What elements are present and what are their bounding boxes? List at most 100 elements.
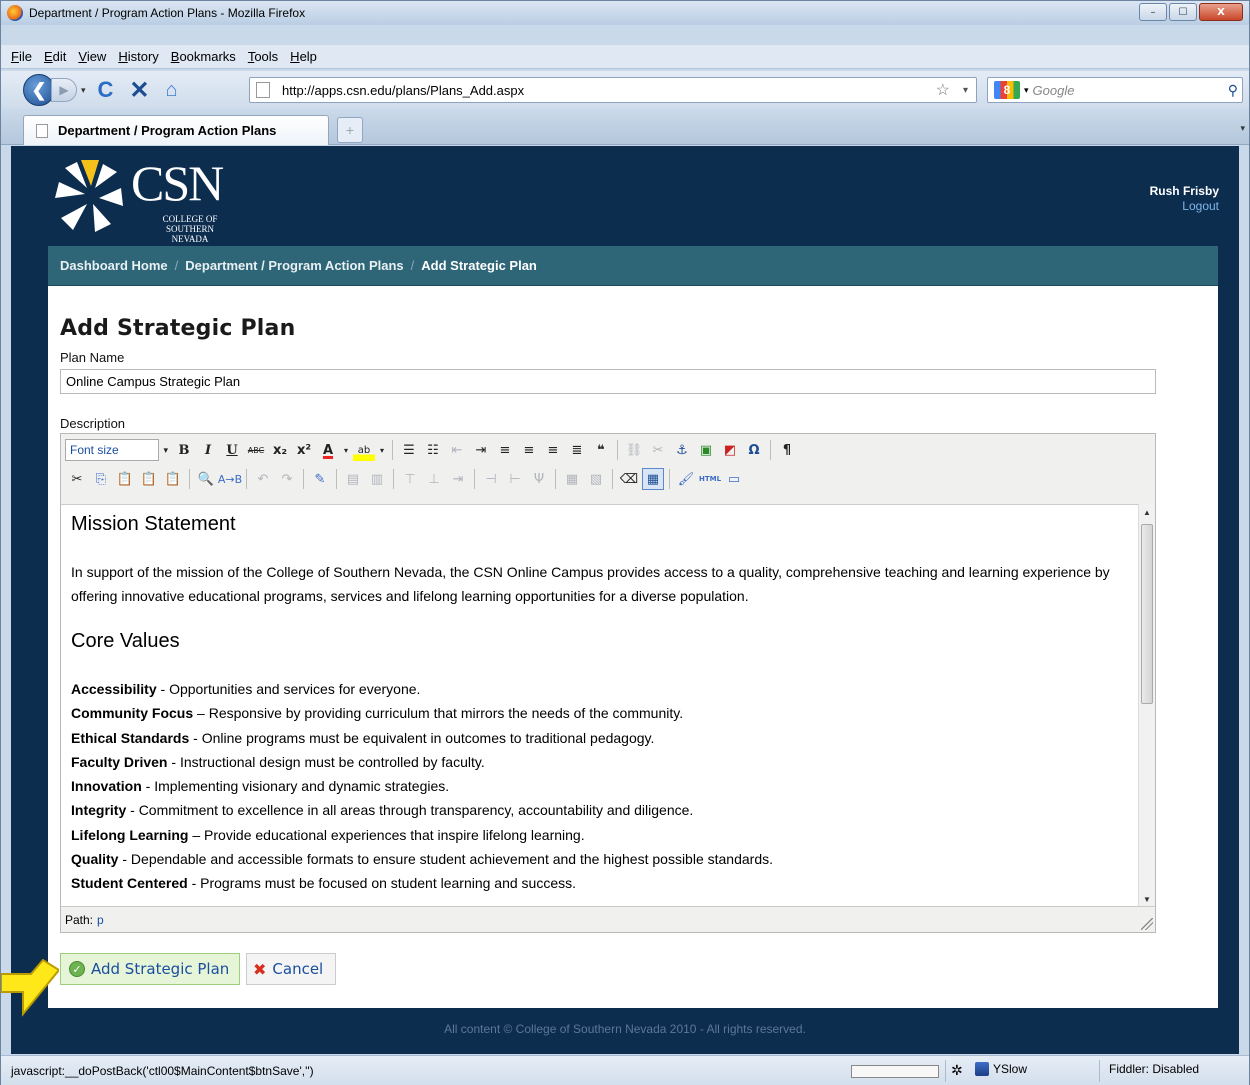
paste-word-icon[interactable]: 📋 (162, 468, 184, 490)
menu-bookmarks[interactable]: Bookmarks (165, 49, 242, 64)
replace-icon[interactable]: A→B (218, 468, 242, 490)
home-icon[interactable]: ⌂ (166, 79, 178, 102)
insert-col-after-icon[interactable]: ⊢ (504, 468, 526, 490)
split-cells-icon[interactable]: ▦ (561, 468, 583, 490)
merge-cells-icon[interactable]: ▧ (585, 468, 607, 490)
media-icon[interactable]: ◩ (719, 439, 741, 461)
search-icon[interactable]: ⚲ (1228, 82, 1238, 99)
breadcrumb-action-plans[interactable]: Department / Program Action Plans (185, 258, 403, 273)
url-text[interactable]: http://apps.csn.edu/plans/Plans_Add.aspx (282, 83, 524, 98)
menu-help[interactable]: Help (284, 49, 323, 64)
link-icon[interactable]: ⛓ (623, 439, 645, 461)
menu-file[interactable]: File (5, 49, 38, 64)
edit-source-icon[interactable]: ✎ (309, 468, 331, 490)
highlight-color-icon[interactable]: ab (353, 439, 375, 461)
indent-icon[interactable]: ⇥ (470, 439, 492, 461)
align-justify-icon[interactable]: ≣ (566, 439, 588, 461)
breadcrumb-dashboard-home[interactable]: Dashboard Home (60, 258, 168, 273)
undo-icon[interactable]: ↶ (252, 468, 274, 490)
menu-edit[interactable]: Edit (38, 49, 72, 64)
core-value-term: Community Focus (71, 705, 194, 722)
numbered-list-icon[interactable]: ☷ (422, 439, 444, 461)
minimize-button[interactable]: – (1139, 3, 1167, 21)
italic-icon[interactable]: I (197, 439, 219, 461)
remove-format-icon[interactable]: ⌫ (618, 468, 640, 490)
outdent-icon[interactable]: ⇤ (446, 439, 468, 461)
align-center-icon[interactable]: ≡ (518, 439, 540, 461)
html-source-icon[interactable]: HTML (699, 468, 721, 490)
anchor-icon[interactable]: ⚓ (671, 439, 693, 461)
editor-scrollbar[interactable]: ▲ ▼ (1138, 504, 1155, 908)
tab-active[interactable]: Department / Program Action Plans (23, 115, 329, 145)
copy-icon[interactable]: ⎘ (90, 468, 112, 490)
csn-logo[interactable]: CSN COLLEGE OF SOUTHERN NEVADA (51, 154, 241, 244)
align-right-icon[interactable]: ≡ (542, 439, 564, 461)
insert-row-before-icon[interactable]: ⊤ (399, 468, 421, 490)
bold-icon[interactable]: B (173, 439, 195, 461)
maximize-button[interactable]: ☐ (1169, 3, 1197, 21)
fullscreen-icon[interactable]: ▭ (723, 468, 745, 490)
plan-name-input[interactable] (60, 369, 1156, 394)
font-size-select[interactable]: Font size ▾ (65, 439, 168, 461)
stop-icon[interactable]: ✕ (129, 76, 149, 105)
close-button[interactable]: X (1199, 3, 1243, 21)
strikethrough-icon[interactable]: ABC (245, 439, 267, 461)
cut-icon[interactable]: ✂ (66, 468, 88, 490)
history-dropdown-icon[interactable]: ▾ (81, 85, 86, 96)
reload-icon[interactable]: C (98, 77, 114, 103)
search-placeholder[interactable]: Google (1033, 83, 1075, 98)
tab-list-dropdown-icon[interactable]: ▾ (1240, 123, 1245, 134)
scroll-up-icon[interactable]: ▲ (1143, 508, 1151, 517)
image-icon[interactable]: ▣ (695, 439, 717, 461)
table-row-props-icon[interactable]: ▤ (342, 468, 364, 490)
resize-grip-icon[interactable] (1141, 918, 1153, 930)
text-color-icon[interactable]: A (317, 439, 339, 461)
underline-icon[interactable]: U (221, 439, 243, 461)
subscript-icon[interactable]: x₂ (269, 439, 291, 461)
new-tab-button[interactable]: + (337, 117, 363, 143)
core-value-separator: – (193, 705, 209, 722)
url-dropdown-icon[interactable]: ▾ (963, 85, 968, 96)
cleanup-icon[interactable]: 🖌 (675, 468, 697, 490)
menu-view[interactable]: View (72, 49, 112, 64)
forward-button[interactable]: ▶ (51, 78, 77, 102)
delete-row-icon[interactable]: ⇥ (447, 468, 469, 490)
bookmark-star-icon[interactable]: ☆ (936, 80, 950, 100)
yslow-status[interactable]: YSlow (975, 1062, 1027, 1076)
fiddler-status[interactable]: Fiddler: Disabled (1109, 1062, 1199, 1076)
logout-link[interactable]: Logout (1150, 199, 1219, 213)
show-blocks-icon[interactable]: ¶ (776, 439, 798, 461)
add-strategic-plan-button[interactable]: ✓ Add Strategic Plan (60, 953, 240, 985)
align-left-icon[interactable]: ≡ (494, 439, 516, 461)
menu-history[interactable]: History (112, 49, 164, 64)
special-char-icon[interactable]: Ω (743, 439, 765, 461)
highlight-color-dropdown-icon[interactable]: ▾ (377, 439, 387, 461)
superscript-icon[interactable]: x² (293, 439, 315, 461)
blockquote-icon[interactable]: ❝ (590, 439, 612, 461)
unlink-icon[interactable]: ✂ (647, 439, 669, 461)
redo-icon[interactable]: ↷ (276, 468, 298, 490)
google-icon[interactable]: 8 (994, 81, 1020, 99)
menu-tools[interactable]: Tools (242, 49, 284, 64)
text-color-dropdown-icon[interactable]: ▾ (341, 439, 351, 461)
bullet-list-icon[interactable]: ☰ (398, 439, 420, 461)
delete-col-icon[interactable]: Ψ (528, 468, 550, 490)
search-engine-dropdown-icon[interactable]: ▾ (1024, 85, 1029, 96)
editor-content-area[interactable]: Mission Statement In support of the miss… (61, 504, 1139, 908)
table-cell-props-icon[interactable]: ▥ (366, 468, 388, 490)
checkmark-icon: ✓ (69, 961, 85, 977)
address-bar[interactable]: http://apps.csn.edu/plans/Plans_Add.aspx… (249, 77, 977, 103)
visual-aid-icon[interactable]: ▦ (642, 468, 664, 490)
cancel-button[interactable]: ✖ Cancel (246, 953, 336, 985)
firebug-icon[interactable]: ✲ (951, 1062, 963, 1079)
insert-col-before-icon[interactable]: ⊣ (480, 468, 502, 490)
search-box[interactable]: 8 ▾ Google ⚲ (987, 77, 1243, 103)
logo-text: CSN (131, 155, 224, 211)
find-icon[interactable]: 🔍 (195, 468, 217, 490)
scroll-down-icon[interactable]: ▼ (1143, 895, 1151, 904)
insert-row-after-icon[interactable]: ⊥ (423, 468, 445, 490)
paste-text-icon[interactable]: 📋 (138, 468, 160, 490)
scrollbar-thumb[interactable] (1141, 524, 1153, 704)
path-element-p[interactable]: p (97, 913, 104, 927)
paste-icon[interactable]: 📋 (114, 468, 136, 490)
